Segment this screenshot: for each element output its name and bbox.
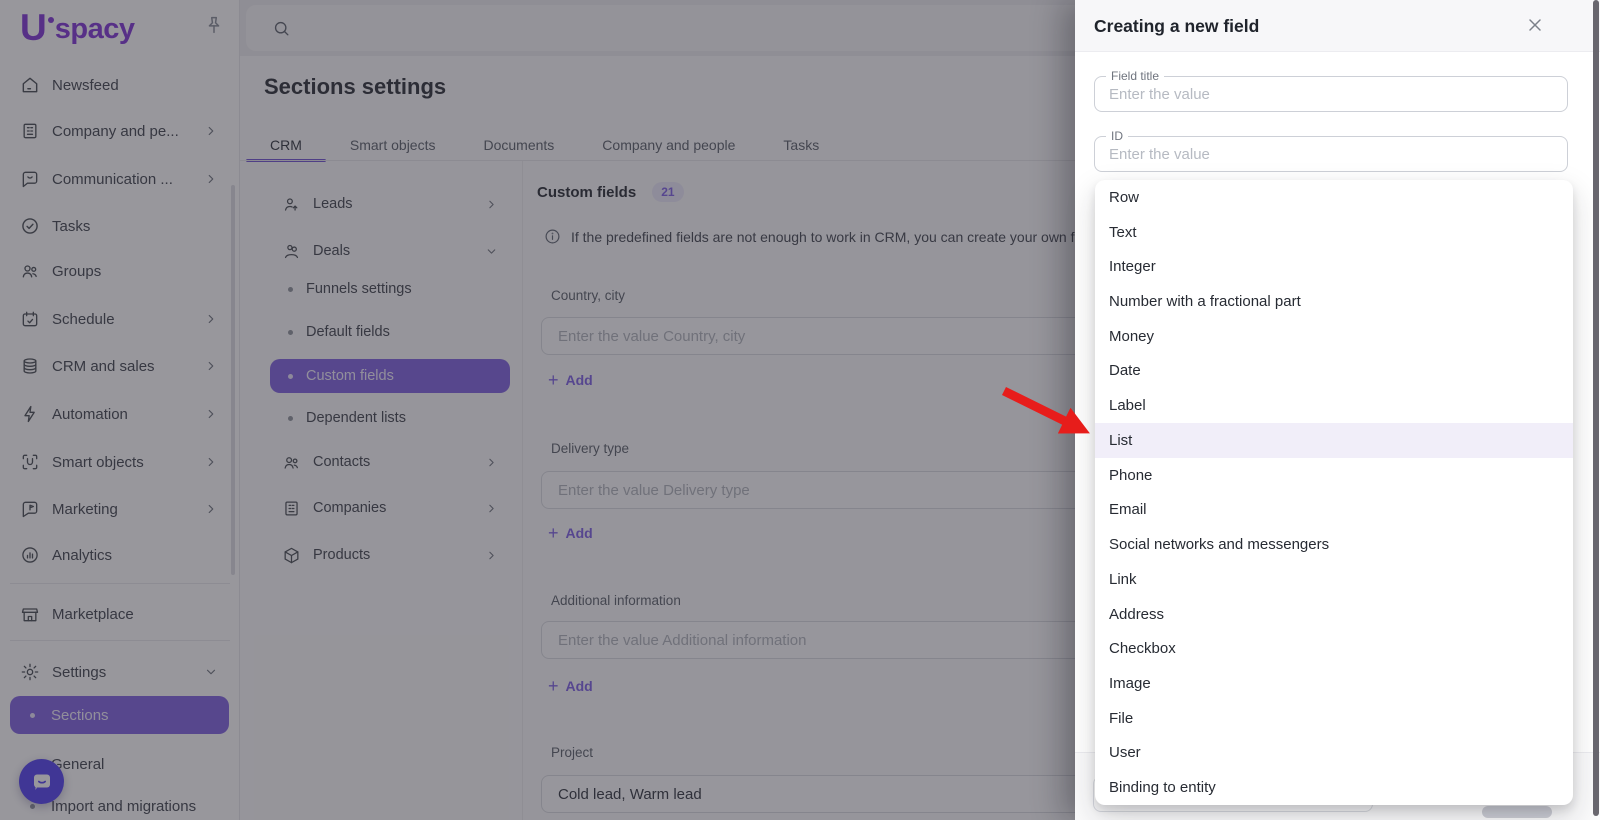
- app-root: U spacy Newsfeed Company and pe... Commu…: [0, 0, 1600, 820]
- drawer-header: Creating a new field: [1075, 0, 1600, 52]
- page-scrollbar[interactable]: [1593, 0, 1599, 816]
- field-type-option[interactable]: Image: [1095, 666, 1573, 701]
- field-type-option[interactable]: Number with a fractional part: [1095, 284, 1573, 319]
- field-id-group: ID: [1094, 129, 1568, 172]
- field-type-option[interactable]: Phone: [1095, 458, 1573, 493]
- field-type-option[interactable]: Email: [1095, 492, 1573, 527]
- field-id-input[interactable]: [1095, 137, 1567, 171]
- field-type-option[interactable]: Label: [1095, 388, 1573, 423]
- field-type-option[interactable]: Address: [1095, 597, 1573, 632]
- field-type-option[interactable]: Binding to entity: [1095, 770, 1573, 805]
- creating-field-drawer: Creating a new field Field title ID RowT…: [1075, 0, 1600, 820]
- field-type-option[interactable]: Text: [1095, 215, 1573, 250]
- field-title-group: Field title: [1094, 69, 1568, 112]
- field-type-dropdown: Row Text Integer Number with a fractional p…: [1095, 180, 1573, 805]
- field-type-option[interactable]: List: [1095, 423, 1573, 458]
- field-type-option[interactable]: Link: [1095, 562, 1573, 597]
- field-type-option[interactable]: File: [1095, 701, 1573, 736]
- footer-button-fragment: [1482, 806, 1552, 818]
- field-type-option[interactable]: Checkbox: [1095, 631, 1573, 666]
- close-icon[interactable]: [1525, 15, 1547, 37]
- drawer-title: Creating a new field: [1094, 16, 1260, 36]
- field-type-option[interactable]: User: [1095, 736, 1573, 771]
- field-type-option[interactable]: Money: [1095, 319, 1573, 354]
- red-arrow-annotation: [1002, 386, 1090, 434]
- field-type-option[interactable]: Integer: [1095, 249, 1573, 284]
- field-title-input[interactable]: [1095, 77, 1567, 111]
- field-type-option[interactable]: Date: [1095, 354, 1573, 389]
- field-type-option[interactable]: Row: [1095, 180, 1573, 215]
- field-type-option[interactable]: Social networks and messengers: [1095, 527, 1573, 562]
